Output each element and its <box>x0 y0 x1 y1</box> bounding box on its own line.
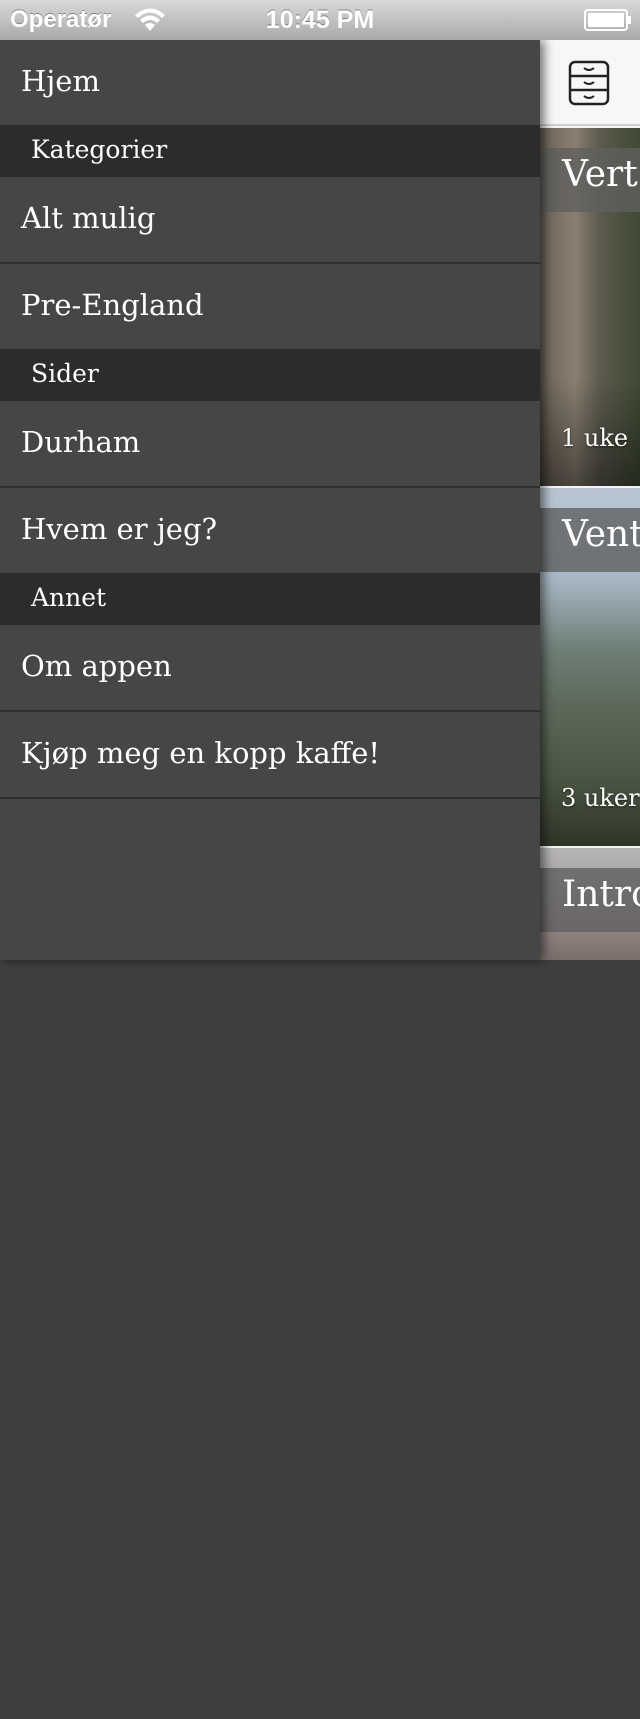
post-title-strip: Intro <box>540 868 640 932</box>
post-card[interactable]: Vent 3 uker <box>540 488 640 846</box>
section-header-label: Kategorier <box>31 135 168 164</box>
archive-icon[interactable] <box>568 60 610 106</box>
post-title: Intro <box>562 874 640 915</box>
post-title: Vent <box>562 514 640 555</box>
status-bar: Operatør 10:45 PM <box>0 0 640 40</box>
menu-item-label: Om appen <box>21 649 172 683</box>
main-content: Vert 1 uke Vent 3 uker Intro <box>540 40 640 960</box>
menu-item-label: Alt mulig <box>21 201 156 235</box>
menu-item-alt-mulig[interactable]: Alt mulig <box>0 177 540 264</box>
menu-item-about-me[interactable]: Hvem er jeg? <box>0 488 540 575</box>
menu-item-durham[interactable]: Durham <box>0 401 540 488</box>
section-header-other: Annet <box>0 575 540 625</box>
menu-item-label: Pre-England <box>21 288 204 322</box>
section-header-label: Annet <box>31 583 107 612</box>
post-title: Vert <box>562 154 638 195</box>
section-header-categories: Kategorier <box>0 127 540 177</box>
post-title-strip: Vent <box>540 508 640 572</box>
content-nav-bar <box>540 40 640 126</box>
menu-empty-area <box>0 799 540 1719</box>
post-age: 1 uke <box>561 424 629 452</box>
menu-item-label: Durham <box>21 425 141 459</box>
menu-item-about-app[interactable]: Om appen <box>0 625 540 712</box>
menu-item-label: Hvem er jeg? <box>21 512 218 546</box>
menu-item-pre-england[interactable]: Pre-England <box>0 264 540 351</box>
section-header-pages: Sider <box>0 351 540 401</box>
menu-item-home[interactable]: Hjem <box>0 40 540 127</box>
menu-item-label: Hjem <box>21 64 100 98</box>
side-menu: Hjem Kategorier Alt mulig Pre-England Si… <box>0 40 540 960</box>
menu-item-label: Kjøp meg en kopp kaffe! <box>21 736 381 770</box>
post-age: 3 uker <box>561 784 640 812</box>
post-title-strip: Vert <box>540 148 640 212</box>
menu-item-buy-coffee[interactable]: Kjøp meg en kopp kaffe! <box>0 712 540 799</box>
section-header-label: Sider <box>31 359 99 388</box>
status-time: 10:45 PM <box>265 6 375 34</box>
post-card[interactable]: Intro <box>540 848 640 960</box>
post-card[interactable]: Vert 1 uke <box>540 128 640 486</box>
battery-icon <box>584 9 631 31</box>
